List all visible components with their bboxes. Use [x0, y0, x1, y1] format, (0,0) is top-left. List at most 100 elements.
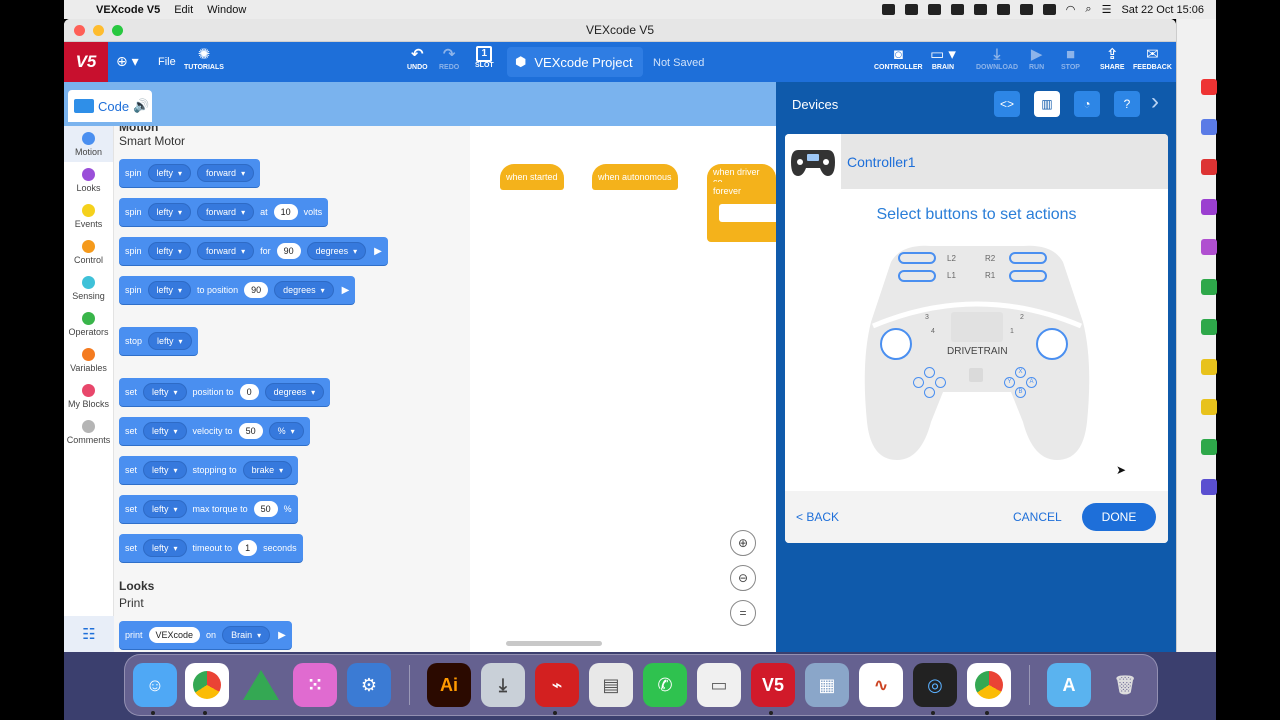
- category-variables[interactable]: Variables: [64, 342, 113, 378]
- block-spin-for[interactable]: spin lefty forward for 90 degrees ▶: [119, 237, 388, 265]
- dpad-up-button[interactable]: [924, 367, 935, 378]
- project-name-box[interactable]: ⬢ VEXcode Project: [507, 47, 643, 77]
- category-my-blocks[interactable]: My Blocks: [64, 378, 113, 414]
- block-set-velocity[interactable]: set lefty velocity to 50 %: [119, 417, 310, 445]
- x-button[interactable]: X: [1015, 367, 1026, 378]
- r1-button[interactable]: [1009, 270, 1047, 282]
- folder-icon[interactable]: [927, 4, 941, 15]
- zoom-in-button[interactable]: ⊕: [730, 530, 756, 556]
- stop-button[interactable]: ■ STOP: [1061, 46, 1080, 71]
- printer-icon[interactable]: ▤: [589, 663, 633, 707]
- category-control[interactable]: Control: [64, 234, 113, 270]
- wifi-icon[interactable]: ◠: [1066, 3, 1076, 16]
- applications-folder-icon[interactable]: A: [1047, 663, 1091, 707]
- status-icon[interactable]: [950, 4, 964, 15]
- left-joystick[interactable]: [880, 328, 912, 360]
- block-spin-to-position[interactable]: spin lefty to position 90 degrees ▶: [119, 276, 356, 304]
- screen-dropdown[interactable]: Brain: [222, 626, 271, 644]
- direction-dropdown[interactable]: forward: [197, 164, 255, 182]
- help-icon[interactable]: ?: [1114, 91, 1140, 117]
- launchpad-icon[interactable]: ⁙: [293, 663, 337, 707]
- amount-input[interactable]: 90: [276, 243, 301, 259]
- motor-dropdown[interactable]: lefty: [143, 539, 187, 557]
- battery-icon[interactable]: [1042, 4, 1056, 15]
- hat-when-started[interactable]: when started: [500, 164, 564, 190]
- block-spin-volts[interactable]: spin lefty forward at 10 volts: [119, 198, 329, 226]
- minimize-window-button[interactable]: [93, 25, 104, 36]
- motor-dropdown[interactable]: lefty: [148, 332, 192, 350]
- quicktime-icon[interactable]: ◎: [913, 663, 957, 707]
- code-tab[interactable]: Code 🔊: [68, 90, 152, 122]
- run-button[interactable]: ▶ RUN: [1029, 46, 1044, 71]
- motor-dropdown[interactable]: lefty: [147, 203, 192, 221]
- share-button[interactable]: ⇪ SHARE: [1100, 46, 1125, 71]
- motor-dropdown[interactable]: lefty: [143, 500, 187, 518]
- workspace-scrollbar[interactable]: [506, 641, 602, 646]
- direction-dropdown[interactable]: forward: [197, 242, 255, 260]
- category-motion[interactable]: Motion: [64, 126, 113, 162]
- status-icon[interactable]: [881, 4, 895, 15]
- dpad-down-button[interactable]: [924, 387, 935, 398]
- devices-icon[interactable]: ▥: [1034, 91, 1060, 117]
- direction-dropdown[interactable]: forward: [197, 203, 255, 221]
- motor-dropdown[interactable]: lefty: [147, 164, 192, 182]
- block-print[interactable]: print VEXcode on Brain ▶: [119, 621, 292, 649]
- vexcode-icon[interactable]: V5: [751, 663, 795, 707]
- automator-icon[interactable]: ⚙: [347, 663, 391, 707]
- search-icon[interactable]: ⌕: [1085, 3, 1091, 16]
- preview-icon[interactable]: ▦: [805, 663, 849, 707]
- expand-arrow-icon[interactable]: ▶: [278, 630, 286, 641]
- zoom-window-button[interactable]: [112, 25, 123, 36]
- brain-button[interactable]: ▭ ▾ BRAIN: [930, 46, 956, 71]
- dashboard-icon[interactable]: ◔: [1074, 91, 1100, 117]
- done-button[interactable]: DONE: [1082, 503, 1156, 531]
- category-events[interactable]: Events: [64, 198, 113, 234]
- zoom-out-button[interactable]: ⊖: [730, 565, 756, 591]
- undo-button[interactable]: ↶ UNDO: [407, 46, 428, 71]
- b-button[interactable]: B: [1015, 387, 1026, 398]
- expand-arrow-icon[interactable]: ▶: [374, 246, 382, 257]
- motor-dropdown[interactable]: lefty: [147, 242, 192, 260]
- unit-dropdown[interactable]: degrees: [306, 242, 367, 260]
- menu-edit[interactable]: Edit: [174, 4, 193, 16]
- expand-arrow-icon[interactable]: ▶: [342, 285, 350, 296]
- block-stop[interactable]: stop lefty: [119, 327, 198, 355]
- velocity-input[interactable]: 50: [238, 423, 263, 439]
- chevron-right-icon[interactable]: ›: [1151, 88, 1159, 116]
- category-operators[interactable]: Operators: [64, 306, 113, 342]
- unit-dropdown[interactable]: %: [268, 422, 304, 440]
- unit-dropdown[interactable]: degrees: [264, 383, 325, 401]
- printer-icon[interactable]: ▭: [697, 663, 741, 707]
- finder-icon[interactable]: ☺: [133, 663, 177, 707]
- user-icon[interactable]: [996, 4, 1010, 15]
- globe-icon[interactable]: ⊕ ▾: [116, 53, 139, 70]
- menu-app-name[interactable]: VEXcode V5: [96, 4, 160, 16]
- slot-button[interactable]: 1 SLOT: [475, 46, 494, 69]
- forever-block[interactable]: forever: [707, 182, 789, 242]
- chrome-icon[interactable]: [185, 663, 229, 707]
- code-workspace[interactable]: when started when autonomous when driver…: [470, 126, 789, 652]
- dpad-right-button[interactable]: [935, 377, 946, 388]
- category-sensing[interactable]: Sensing: [64, 270, 113, 306]
- motor-dropdown[interactable]: lefty: [147, 281, 192, 299]
- google-drive-icon[interactable]: [239, 663, 283, 707]
- position-input[interactable]: 0: [239, 384, 259, 400]
- grapher-icon[interactable]: ∿: [859, 663, 903, 707]
- block-set-position[interactable]: set lefty position to 0 degrees: [119, 378, 331, 406]
- right-joystick[interactable]: [1036, 328, 1068, 360]
- whatsapp-icon[interactable]: ✆: [643, 663, 687, 707]
- block-set-stopping[interactable]: set lefty stopping to brake: [119, 456, 299, 484]
- illustrator-icon[interactable]: Ai: [427, 663, 471, 707]
- a-button[interactable]: A: [1026, 377, 1037, 388]
- unit-dropdown[interactable]: degrees: [274, 281, 334, 299]
- motor-dropdown[interactable]: lefty: [143, 461, 187, 479]
- l1-button[interactable]: [898, 270, 936, 282]
- category-comments[interactable]: Comments: [64, 414, 113, 450]
- tutorials-button[interactable]: ✺ TUTORIALS: [184, 46, 224, 71]
- trash-icon[interactable]: 🗑: [1103, 663, 1147, 707]
- back-button[interactable]: < BACK: [796, 510, 839, 524]
- l2-button[interactable]: [898, 252, 936, 264]
- redo-button[interactable]: ↷ REDO: [439, 46, 459, 71]
- block-set-timeout[interactable]: set lefty timeout to 1 seconds: [119, 534, 303, 562]
- motor-dropdown[interactable]: lefty: [143, 422, 187, 440]
